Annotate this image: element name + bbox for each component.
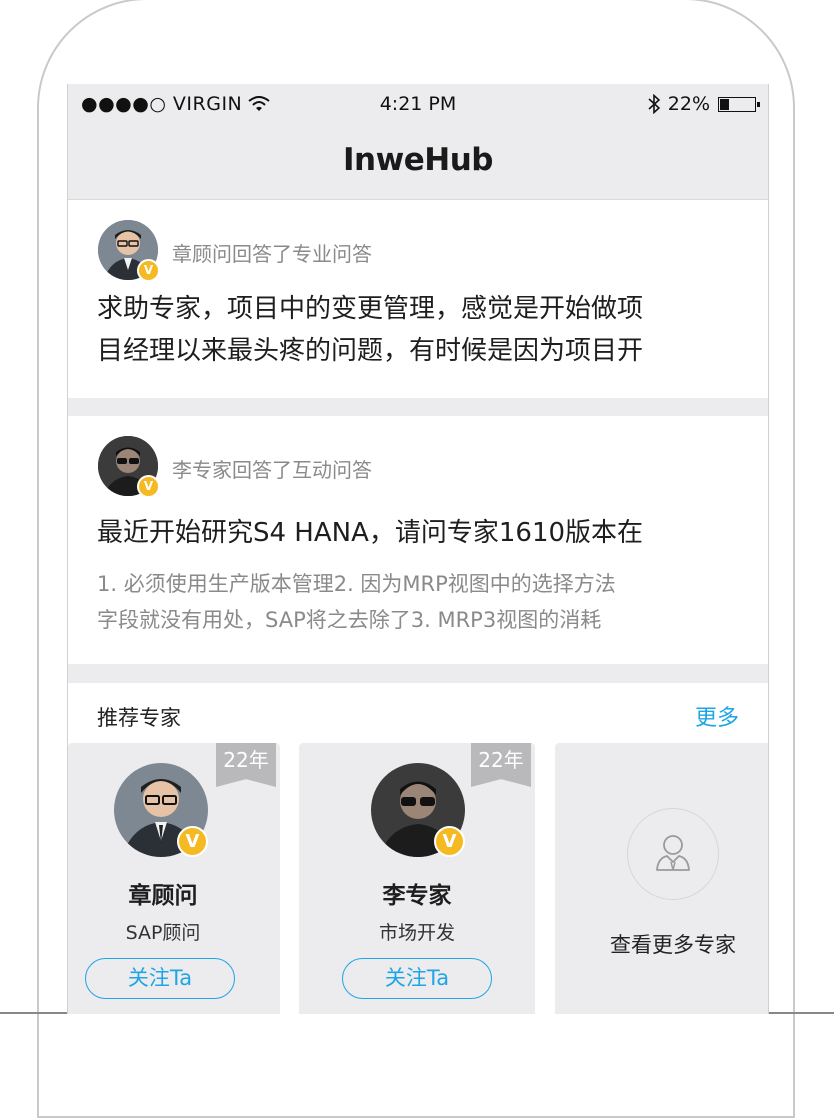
- person-icon: [627, 808, 719, 900]
- feed-title-line: 目经理以来最头疼的问题，有时候是因为项目开: [97, 336, 644, 366]
- status-right-group: 22%: [648, 93, 760, 115]
- experience-tag: 22年: [216, 743, 276, 787]
- recommend-section: 推荐专家 更多 22年 V 章顾问 SAP顾问 关注Ta 22年 V 李专家 市…: [68, 683, 768, 1014]
- feed-item[interactable]: V 章顾问回答了专业问答 求助专家，项目中的变更管理，感觉是开始做项 目经理以来…: [68, 200, 768, 398]
- feed-excerpt[interactable]: 1. 必须使用生产版本管理2. 因为MRP视图中的选择方法 字段就没有用处，SA…: [97, 566, 747, 638]
- expert-role: 市场开发: [378, 922, 455, 944]
- expert-card[interactable]: 22年 V 章顾问 SAP顾问 关注Ta: [68, 743, 280, 1014]
- feed-excerpt-line: 1. 必须使用生产版本管理2. 因为MRP视图中的选择方法: [97, 572, 616, 596]
- feed-title[interactable]: 最近开始研究S4 HANA，请问专家1610版本在: [97, 512, 747, 554]
- expert-role: SAP顾问: [125, 922, 201, 944]
- verified-badge: V: [177, 826, 208, 857]
- more-link[interactable]: 更多: [695, 700, 739, 732]
- bluetooth-icon: [648, 94, 660, 114]
- battery-icon: [718, 96, 760, 112]
- app-screen: ●●●●○ VIRGIN 4:21 PM 22% InweHub V 章顾问回答…: [67, 84, 769, 1014]
- follow-button[interactable]: 关注Ta: [85, 958, 235, 999]
- battery-percent: 22%: [667, 93, 710, 115]
- feed-excerpt-line: 字段就没有用处，SAP将之去除了3. MRP3视图的消耗: [97, 608, 602, 632]
- view-more-experts-card[interactable]: 查看更多专家: [555, 743, 768, 1014]
- status-bar: ●●●●○ VIRGIN 4:21 PM 22%: [68, 84, 768, 124]
- expert-name: 章顾问: [128, 883, 198, 909]
- feed-meta: 章顾问回答了专业问答: [172, 242, 372, 266]
- follow-button[interactable]: 关注Ta: [342, 958, 492, 999]
- experience-tag: 22年: [471, 743, 531, 787]
- verified-badge: V: [137, 475, 160, 498]
- verified-badge: V: [434, 826, 465, 857]
- feed-title[interactable]: 求助专家，项目中的变更管理，感觉是开始做项 目经理以来最头疼的问题，有时候是因为…: [97, 288, 747, 372]
- feed-meta: 李专家回答了互动问答: [172, 458, 372, 482]
- section-title: 推荐专家: [97, 706, 181, 730]
- nav-bar: InweHub: [68, 124, 768, 200]
- expert-card[interactable]: 22年 V 李专家 市场开发 关注Ta: [299, 743, 535, 1014]
- feed-item[interactable]: V 李专家回答了互动问答 最近开始研究S4 HANA，请问专家1610版本在 1…: [68, 416, 768, 664]
- feed-title-line: 求助专家，项目中的变更管理，感觉是开始做项: [97, 294, 644, 324]
- expert-name: 李专家: [382, 883, 452, 909]
- verified-badge: V: [137, 259, 160, 282]
- view-more-experts-label: 查看更多专家: [610, 933, 736, 957]
- app-title: InweHub: [343, 142, 493, 178]
